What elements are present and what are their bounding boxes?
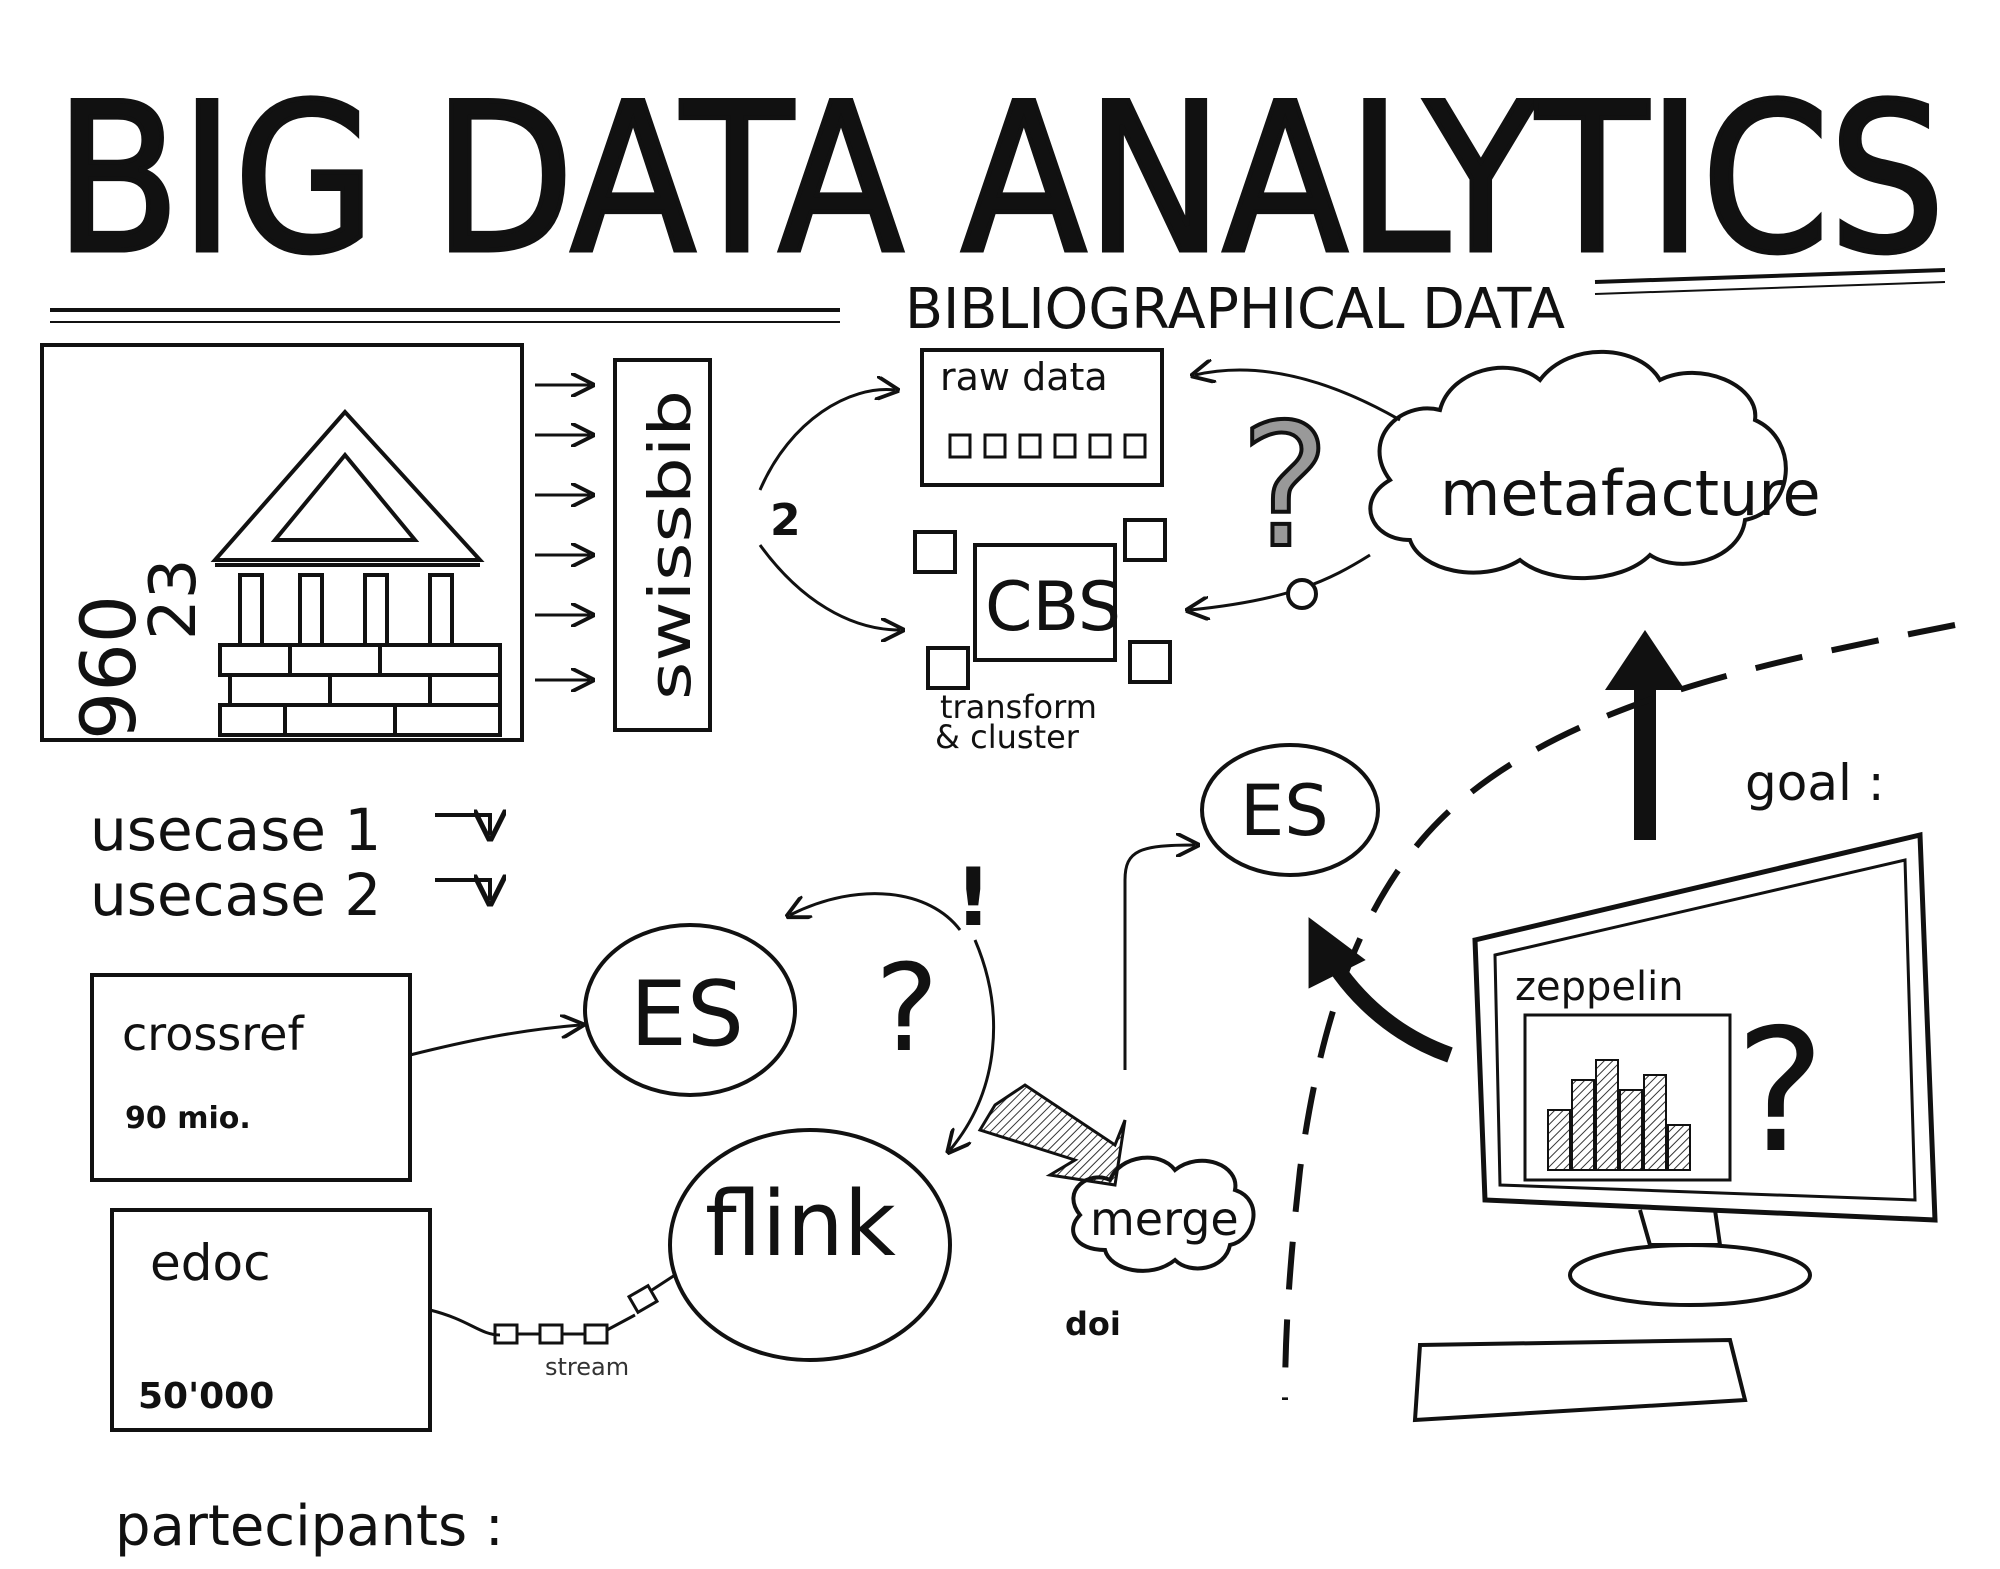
es-node-left: ES ! ?: [583, 851, 995, 1150]
raw-data-records: [948, 433, 1147, 459]
raw-data-box: raw data: [920, 348, 1164, 487]
cbs-label: CBS: [985, 568, 1121, 647]
stream-label: stream: [545, 1353, 629, 1381]
library-building-icon: [210, 409, 502, 737]
branch-count: 2: [770, 495, 801, 546]
library-count-23: 23: [137, 559, 211, 640]
flink-label: flink: [705, 1172, 896, 1277]
cbs-block: CBS transform & cluster: [913, 518, 1172, 756]
monitor: zeppelin ?: [1412, 831, 1938, 1423]
stream-chain: [429, 1273, 676, 1345]
doi-label: doi: [1065, 1305, 1121, 1343]
edoc-label: edoc: [150, 1234, 271, 1292]
usecase-1: usecase 1: [90, 796, 381, 864]
question-mark-3: ?: [875, 940, 939, 1079]
zeppelin-histogram: [1547, 1059, 1691, 1171]
es-label-right: ES: [1240, 770, 1329, 852]
subtitle: BIBLIOGRAPHICAL DATA: [905, 277, 1565, 342]
crossref-count: 90 mio.: [125, 1101, 251, 1136]
es-label-left: ES: [630, 962, 744, 1067]
library-panel: 960 23 swissbib: [40, 343, 712, 742]
flink-node: flink: [668, 1128, 952, 1362]
metafacture-area: ? metafacture: [1190, 349, 1821, 610]
zeppelin-label: zeppelin: [1515, 964, 1684, 1010]
swissbib-branches: 2: [758, 390, 900, 630]
question-mark-1: ?: [1240, 388, 1330, 586]
merge-label: merge: [1090, 1192, 1239, 1246]
usecase-2: usecase 2: [90, 861, 381, 929]
raw-data-label: raw data: [940, 355, 1108, 399]
exclamation-mark: !: [955, 851, 991, 944]
title-block: BIG DATA ANALYTICS BIBLIOGRAPHICAL DATA: [50, 59, 1948, 342]
edoc-box: edoc 50'000: [110, 1208, 432, 1432]
participants-area: partecipants :: [115, 1494, 504, 1559]
es-node-right: ES: [1123, 743, 1453, 1070]
goal-label: goal :: [1745, 754, 1885, 812]
crossref-label: crossref: [122, 1007, 305, 1061]
cluster-label: & cluster: [935, 718, 1080, 756]
goal-arrow: [1605, 630, 1685, 840]
merge-node: merge doi: [977, 1083, 1256, 1343]
edoc-count: 50'000: [138, 1376, 274, 1417]
big-data-analytics-sketch: BIG DATA ANALYTICS BIBLIOGRAPHICAL DATA …: [40, 59, 1956, 1559]
ingest-arrows: [535, 385, 590, 680]
participants-label: partecipants :: [115, 1494, 504, 1559]
page-title: BIG DATA ANALYTICS: [55, 61, 1945, 299]
question-mark-2: ?: [1735, 993, 1825, 1191]
metafacture-label: metafacture: [1440, 457, 1821, 530]
swissbib-label: swissbib: [636, 390, 704, 700]
usecase-panel: usecase 1 usecase 2: [90, 796, 490, 929]
crossref-box: crossref 90 mio.: [90, 973, 580, 1182]
